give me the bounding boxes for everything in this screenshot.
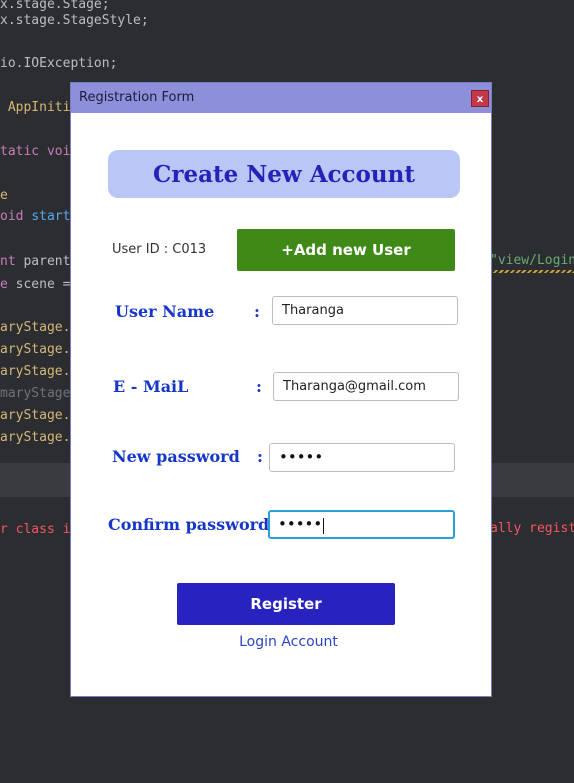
code-line: AppInitia <box>0 99 78 117</box>
code-token: x.stage.StageStyle; <box>0 13 149 28</box>
registration-dialog: Registration Form x Create New Account U… <box>71 83 491 696</box>
code-token: oid <box>0 209 32 224</box>
code-line: aryStage.s <box>0 341 78 359</box>
editor-warning-squiggle <box>490 270 574 273</box>
username-label: User Name <box>115 302 215 321</box>
editor-error-fragment: ally regist <box>490 521 574 536</box>
code-line: e <box>0 187 8 205</box>
code-token: aryStage.s <box>0 342 79 357</box>
dialog-titlebar[interactable]: Registration Form x <box>71 83 491 113</box>
form-header-banner: Create New Account <box>108 150 460 198</box>
code-line: nt parent <box>0 253 78 271</box>
code-token: aryStage.c <box>0 364 79 379</box>
email-field[interactable]: Tharanga@gmail.com <box>273 372 459 401</box>
dialog-title: Registration Form <box>79 90 195 105</box>
code-token: AppInitia <box>0 100 79 115</box>
code-token: aryStage.i <box>0 408 79 423</box>
register-button[interactable]: Register <box>177 583 395 625</box>
code-token: scene = <box>15 277 71 292</box>
code-token: maryStage. <box>0 386 79 401</box>
text-caret <box>323 517 325 534</box>
code-line: io.IOException; <box>0 55 117 73</box>
code-token: io.IOException; <box>0 56 118 71</box>
form-header-title: Create New Account <box>153 160 415 188</box>
new-password-mask: ••••• <box>279 448 324 466</box>
code-line: e scene = <box>0 276 70 294</box>
code-token: e <box>0 188 8 203</box>
login-account-link[interactable]: Login Account <box>71 634 506 650</box>
code-line: maryStage. <box>0 385 78 403</box>
new-password-field[interactable]: ••••• <box>269 443 455 472</box>
code-line: aryStage.c <box>0 363 78 381</box>
new-password-colon: : <box>257 447 263 466</box>
confirm-password-label: Confirm password : <box>108 515 281 534</box>
code-line: aryStage.s <box>0 319 78 337</box>
code-line: tatic voic <box>0 143 78 161</box>
code-line: aryStage.s <box>0 429 78 447</box>
code-token: r class is <box>0 522 79 537</box>
confirm-password-field[interactable]: ••••• <box>268 510 455 539</box>
email-label: E - MaiL <box>113 377 189 396</box>
editor-string-fragment: "view/Login <box>490 253 574 268</box>
code-token: e <box>0 277 16 292</box>
code-line: r class is <box>0 521 78 539</box>
add-new-user-button[interactable]: +Add new User <box>237 229 455 271</box>
code-token: x.stage.Stage; <box>0 0 110 12</box>
user-id-label: User ID : C013 <box>112 242 207 257</box>
code-token: aryStage.s <box>0 430 79 445</box>
code-token: nt <box>0 254 24 269</box>
login-account-label: Login Account <box>239 634 338 650</box>
confirm-password-mask: ••••• <box>278 515 323 533</box>
username-field[interactable]: Tharanga <box>272 296 458 325</box>
code-token: tatic voic <box>0 144 79 159</box>
code-line: aryStage.i <box>0 407 78 425</box>
code-token: aryStage.s <box>0 320 79 335</box>
close-button[interactable]: x <box>471 90 489 107</box>
email-colon: : <box>256 377 262 396</box>
username-colon: : <box>254 302 260 321</box>
code-line: x.stage.StageStyle; <box>0 12 149 30</box>
code-line: oid start( <box>0 208 78 226</box>
new-password-label: New password <box>112 447 240 466</box>
